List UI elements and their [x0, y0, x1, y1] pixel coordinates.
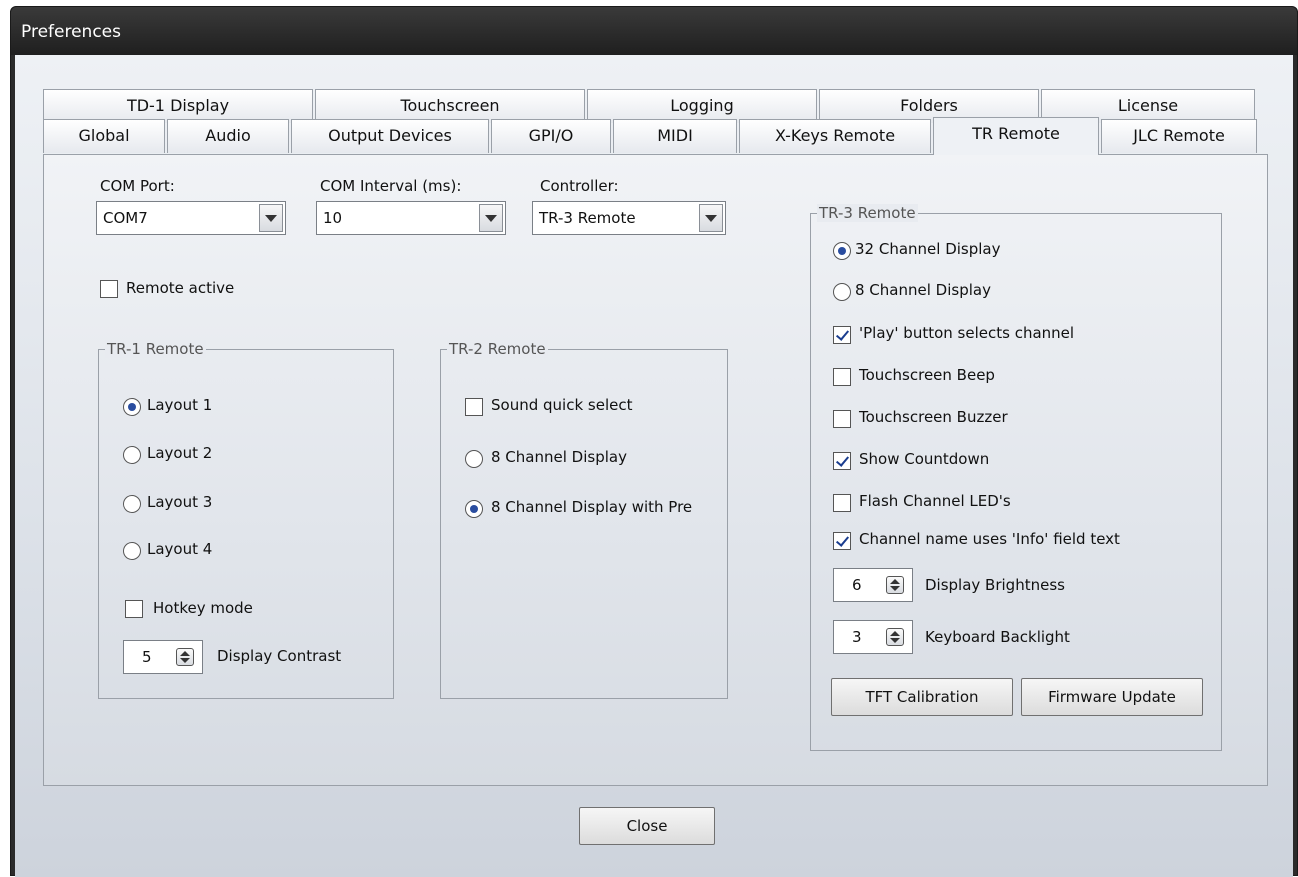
chevron-down-icon[interactable] — [479, 204, 503, 232]
tab-tr-remote[interactable]: TR Remote — [933, 117, 1099, 155]
layout-3-label: Layout 3 — [147, 493, 213, 511]
layout-1-label: Layout 1 — [147, 396, 213, 414]
display-contrast-value: 5 — [142, 648, 152, 666]
spin-arrows-icon[interactable] — [886, 628, 904, 646]
com-interval-value: 10 — [323, 209, 343, 227]
tr2-8-channel-pre-label: 8 Channel Display with Pre — [491, 498, 693, 516]
tft-calibration-button[interactable]: TFT Calibration — [831, 678, 1013, 716]
tr-remote-panel: COM Port: COM7 COM Interval (ms): 10 Con… — [43, 154, 1268, 786]
tr3-8-channel-radio[interactable] — [833, 283, 851, 301]
layout-4-radio[interactable] — [123, 542, 141, 560]
tr3-remote-title: TR-3 Remote — [817, 204, 918, 222]
show-countdown-label: Show Countdown — [859, 450, 990, 468]
tr2-8-channel-radio[interactable] — [465, 450, 483, 468]
tab-gpio[interactable]: GPI/O — [491, 119, 611, 153]
display-brightness-label: Display Brightness — [925, 576, 1065, 594]
dialog-client-area: TD-1 Display Touchscreen Logging Folders… — [15, 55, 1293, 877]
touchscreen-beep-checkbox[interactable] — [833, 368, 851, 386]
layout-2-label: Layout 2 — [147, 444, 213, 462]
hotkey-mode-label: Hotkey mode — [153, 599, 253, 617]
keyboard-backlight-value: 3 — [852, 628, 862, 646]
chevron-down-icon[interactable] — [259, 204, 283, 232]
layout-1-radio[interactable] — [123, 398, 141, 416]
controller-value: TR-3 Remote — [539, 209, 636, 227]
tab-global[interactable]: Global — [43, 119, 165, 153]
play-selects-channel-label: 'Play' button selects channel — [859, 324, 1075, 342]
window-title: Preferences — [21, 22, 121, 42]
spin-arrows-icon[interactable] — [886, 576, 904, 594]
tab-td1-display[interactable]: TD-1 Display — [43, 89, 313, 123]
display-contrast-spinner[interactable]: 5 — [123, 640, 203, 674]
com-interval-dropdown[interactable]: 10 — [316, 201, 506, 235]
tr2-8-channel-pre-clip: 8 Channel Display with Pre — [491, 498, 727, 520]
tr2-remote-title: TR-2 Remote — [447, 340, 548, 358]
flash-channel-leds-label: Flash Channel LED's — [859, 492, 1011, 510]
hotkey-mode-checkbox[interactable] — [125, 600, 143, 618]
tr2-remote-group: TR-2 Remote Sound quick select 8 Channel… — [440, 340, 728, 699]
keyboard-backlight-spinner[interactable]: 3 — [833, 620, 913, 654]
sound-quick-select-checkbox[interactable] — [465, 398, 483, 416]
close-button[interactable]: Close — [579, 807, 715, 845]
title-bar[interactable]: Preferences — [11, 7, 1297, 55]
touchscreen-buzzer-label: Touchscreen Buzzer — [859, 408, 1008, 426]
preferences-window: Preferences TD-1 Display Touchscreen Log… — [10, 6, 1298, 877]
flash-channel-leds-checkbox[interactable] — [833, 494, 851, 512]
controller-dropdown[interactable]: TR-3 Remote — [532, 201, 726, 235]
tr1-remote-title: TR-1 Remote — [105, 340, 206, 358]
touchscreen-beep-label: Touchscreen Beep — [859, 366, 995, 384]
firmware-update-button[interactable]: Firmware Update — [1021, 678, 1203, 716]
layout-4-label: Layout 4 — [147, 540, 213, 558]
info-field-text-label: Channel name uses 'Info' field text — [859, 530, 1120, 548]
play-selects-channel-checkbox[interactable] — [833, 326, 851, 344]
layout-2-radio[interactable] — [123, 446, 141, 464]
tab-logging[interactable]: Logging — [587, 89, 817, 123]
com-port-dropdown[interactable]: COM7 — [96, 201, 286, 235]
remote-active-checkbox[interactable] — [100, 280, 118, 298]
com-interval-label: COM Interval (ms): — [320, 177, 462, 195]
show-countdown-checkbox[interactable] — [833, 452, 851, 470]
tab-output-devices[interactable]: Output Devices — [291, 119, 489, 153]
tr3-remote-group: TR-3 Remote 32 Channel Display 8 Channel… — [810, 204, 1222, 751]
remote-active-label: Remote active — [126, 279, 235, 297]
tr3-32-channel-radio[interactable] — [833, 242, 851, 260]
tr3-8-channel-label: 8 Channel Display — [855, 281, 991, 299]
tr2-8-channel-pre-radio[interactable] — [465, 500, 483, 518]
com-port-value: COM7 — [103, 209, 148, 227]
tab-audio[interactable]: Audio — [167, 119, 289, 153]
layout-3-radio[interactable] — [123, 495, 141, 513]
touchscreen-buzzer-checkbox[interactable] — [833, 410, 851, 428]
tr2-8-channel-label: 8 Channel Display — [491, 448, 627, 466]
com-port-label: COM Port: — [100, 177, 175, 195]
display-contrast-label: Display Contrast — [217, 647, 342, 665]
sound-quick-select-label: Sound quick select — [491, 396, 633, 414]
display-brightness-spinner[interactable]: 6 — [833, 568, 913, 602]
tab-jlc-remote[interactable]: JLC Remote — [1101, 119, 1257, 153]
controller-label: Controller: — [540, 177, 619, 195]
tab-touchscreen[interactable]: Touchscreen — [315, 89, 585, 123]
keyboard-backlight-label: Keyboard Backlight — [925, 628, 1070, 646]
tab-x-keys-remote[interactable]: X-Keys Remote — [739, 119, 931, 153]
display-brightness-value: 6 — [852, 576, 862, 594]
tr1-remote-group: TR-1 Remote Layout 1 Layout 2 Layout 3 L… — [98, 340, 394, 699]
chevron-down-icon[interactable] — [699, 204, 723, 232]
tab-midi[interactable]: MIDI — [613, 119, 737, 153]
spin-arrows-icon[interactable] — [176, 648, 194, 666]
info-field-text-checkbox[interactable] — [833, 532, 851, 550]
tr3-32-channel-label: 32 Channel Display — [855, 240, 1001, 258]
